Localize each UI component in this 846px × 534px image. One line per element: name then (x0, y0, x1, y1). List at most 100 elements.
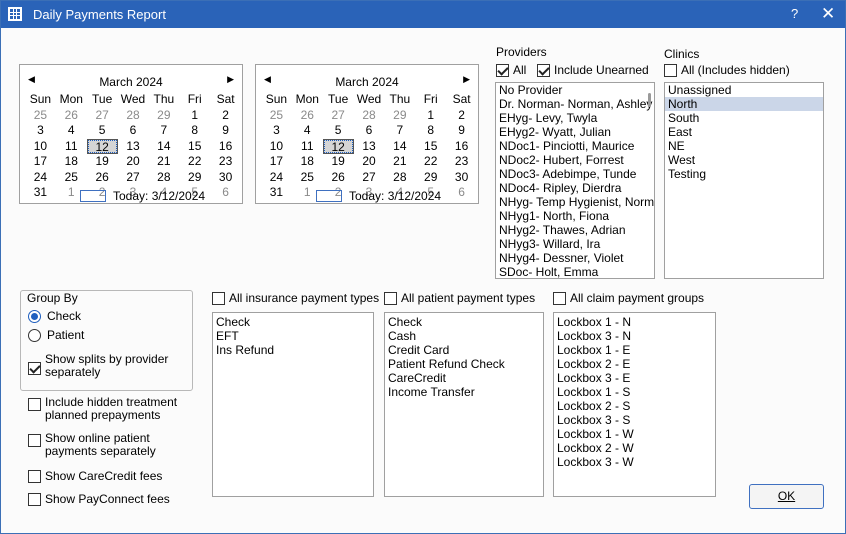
calendar-day[interactable]: 26 (56, 108, 87, 124)
calendar-day[interactable]: 18 (292, 154, 323, 170)
calendar-day[interactable]: 27 (354, 170, 385, 186)
ok-button[interactable]: OK (749, 484, 824, 509)
calendar-day[interactable]: 4 (292, 123, 323, 139)
calendar-day[interactable]: 28 (118, 108, 149, 124)
calendar-day[interactable]: 23 (446, 154, 477, 170)
calendar-day[interactable]: 14 (148, 139, 179, 155)
calendar-day[interactable]: 20 (118, 154, 149, 170)
providers-list[interactable]: No Provider Dr. Norman- Norman, Ashley EHy… (495, 82, 655, 279)
calendar-day[interactable]: 15 (415, 139, 446, 155)
calendar-day-grid[interactable]: Sun Mon Tue Wed Thu Fri Sat 25 26 27 28 29 1 2 3 4 5 6 7 8 9… (25, 92, 241, 201)
calendar-day[interactable]: 12 (86, 138, 118, 154)
calendar-day[interactable]: 26 (292, 108, 323, 124)
calendar-day[interactable]: 17 (25, 154, 56, 170)
clinics-all-checkbox[interactable] (664, 64, 677, 77)
close-icon[interactable]: ✕ (821, 4, 835, 24)
group-by-patient-radio[interactable] (28, 329, 41, 342)
clinic-list-item[interactable]: East (665, 125, 823, 139)
carecredit-fees-checkbox[interactable] (28, 470, 41, 483)
calendar-day[interactable]: 28 (384, 170, 415, 186)
provider-list-item[interactable]: EHyg- Levy, Twyla (496, 111, 654, 125)
clinic-list-item[interactable]: North (665, 97, 823, 111)
patient-type-item[interactable]: Check (385, 315, 543, 329)
claim-group-item[interactable]: Lockbox 2 - S (554, 399, 715, 413)
calendar-day[interactable]: 26 (323, 170, 354, 186)
calendar-day[interactable]: 27 (87, 108, 118, 124)
calendar-day[interactable]: 2 (210, 108, 241, 124)
provider-list-item[interactable]: EHyg2- Wyatt, Julian (496, 125, 654, 139)
calendar-day[interactable]: 7 (148, 123, 179, 139)
clinic-list-item[interactable]: NE (665, 139, 823, 153)
show-splits-checkbox[interactable] (28, 362, 41, 375)
calendar-day[interactable]: 25 (56, 170, 87, 186)
calendar-day-grid[interactable]: Sun Mon Tue Wed Thu Fri Sat 25 26 27 28 29 1 2 3 4 5 6 7 8 9… (261, 92, 477, 201)
calendar-day[interactable]: 9 (210, 123, 241, 139)
claim-groups-list[interactable]: Lockbox 1 - N Lockbox 3 - N Lockbox 1 - EL… (553, 312, 716, 497)
all-patient-types-checkbox[interactable] (384, 292, 397, 305)
provider-list-item[interactable]: NHyg3- Willard, Ira (496, 237, 654, 251)
calendar-day[interactable]: 14 (384, 139, 415, 155)
calendar-day[interactable]: 19 (87, 154, 118, 170)
clinic-list-item[interactable]: Unassigned (665, 83, 823, 97)
calendar-day[interactable]: 16 (446, 139, 477, 155)
calendar-day[interactable]: 10 (261, 139, 292, 155)
provider-list-item[interactable]: NHyg1- North, Fiona (496, 209, 654, 223)
patient-type-item[interactable]: Cash (385, 329, 543, 343)
calendar-day[interactable]: 16 (210, 139, 241, 155)
calendar-day[interactable]: 4 (56, 123, 87, 139)
calendar-day[interactable]: 30 (210, 170, 241, 186)
calendar-day[interactable]: 13 (354, 139, 385, 155)
calendar-day[interactable]: 29 (179, 170, 210, 186)
claim-group-item[interactable]: Lockbox 1 - W (554, 427, 715, 441)
calendar-day[interactable]: 6 (446, 185, 477, 201)
calendar-day[interactable]: 22 (415, 154, 446, 170)
claim-group-item[interactable]: Lockbox 2 - W (554, 441, 715, 455)
include-unearned-checkbox[interactable] (537, 64, 550, 77)
clinic-list-item[interactable]: West (665, 153, 823, 167)
clinic-list-item[interactable]: South (665, 111, 823, 125)
provider-list-item[interactable]: NHyg2- Thawes, Adrian (496, 223, 654, 237)
calendar-day[interactable]: 9 (446, 123, 477, 139)
claim-group-item[interactable]: Lockbox 2 - E (554, 357, 715, 371)
provider-list-item[interactable]: Dr. Norman- Norman, Ashley (496, 97, 654, 111)
start-date-calendar[interactable]: ◀ March 2024 ▶ Sun Mon Tue Wed Thu Fri Sat 25 26… (19, 64, 243, 204)
clinic-list-item[interactable]: Testing (665, 167, 823, 181)
provider-list-item[interactable]: No Provider (496, 83, 654, 97)
calendar-day[interactable]: 31 (261, 185, 292, 201)
calendar-day[interactable]: 27 (118, 170, 149, 186)
online-payments-checkbox[interactable] (28, 434, 41, 447)
calendar-day[interactable]: 24 (25, 170, 56, 186)
calendar-day[interactable]: 18 (56, 154, 87, 170)
claim-group-item[interactable]: Lockbox 1 - N (554, 315, 715, 329)
all-insurance-types-checkbox[interactable] (212, 292, 225, 305)
patient-types-list[interactable]: Check Cash Credit Card Patient Refund Check… (384, 312, 544, 497)
calendar-day[interactable]: 25 (261, 108, 292, 124)
calendar-day[interactable]: 6 (210, 185, 241, 201)
insurance-type-item[interactable]: EFT (213, 329, 373, 343)
provider-list-item[interactable]: NDoc1- Pinciotti, Maurice (496, 139, 654, 153)
calendar-day[interactable]: 29 (415, 170, 446, 186)
calendar-day[interactable]: 11 (56, 139, 87, 155)
today-link[interactable]: Today: 3/12/2024 (349, 189, 441, 203)
claim-group-item[interactable]: Lockbox 1 - E (554, 343, 715, 357)
insurance-type-item[interactable]: Ins Refund (213, 343, 373, 357)
calendar-day[interactable]: 6 (354, 123, 385, 139)
calendar-day[interactable]: 24 (261, 170, 292, 186)
provider-list-item[interactable]: SDoc- Holt, Emma (496, 265, 654, 278)
calendar-day[interactable]: 21 (384, 154, 415, 170)
provider-list-item[interactable]: NHyg4- Dessner, Violet (496, 251, 654, 265)
providers-scrollbar[interactable] (648, 93, 651, 107)
patient-type-item[interactable]: CareCredit (385, 371, 543, 385)
calendar-day[interactable]: 12 (322, 138, 354, 154)
patient-type-item[interactable]: Income Transfer (385, 385, 543, 399)
calendar-day[interactable]: 25 (292, 170, 323, 186)
today-link[interactable]: Today: 3/12/2024 (113, 189, 205, 203)
all-claim-groups-checkbox[interactable] (553, 292, 566, 305)
calendar-day[interactable]: 28 (354, 108, 385, 124)
calendar-day[interactable]: 20 (354, 154, 385, 170)
next-month-arrow-icon[interactable]: ▶ (227, 74, 234, 85)
calendar-day[interactable]: 11 (292, 139, 323, 155)
calendar-day[interactable]: 3 (25, 123, 56, 139)
calendar-day[interactable]: 2 (446, 108, 477, 124)
claim-group-item[interactable]: Lockbox 3 - S (554, 413, 715, 427)
